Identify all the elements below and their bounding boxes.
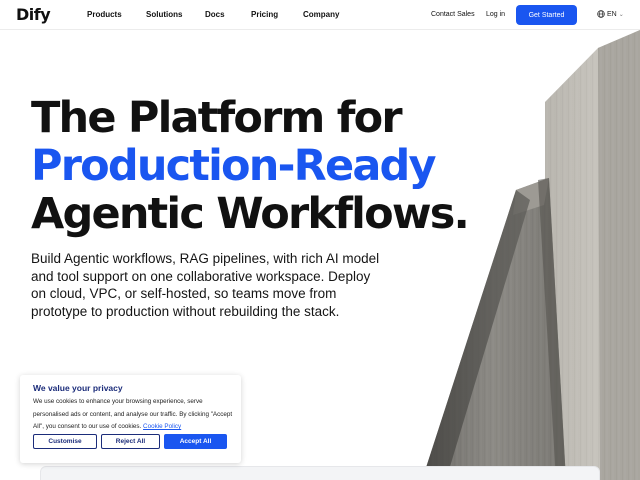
next-section-card bbox=[40, 466, 600, 480]
accept-all-button[interactable]: Accept All bbox=[164, 434, 227, 449]
chevron-down-icon: ⌄ bbox=[618, 11, 624, 18]
top-navigation: Dify Products Solutions Docs Pricing Com… bbox=[0, 0, 640, 30]
contact-sales-link[interactable]: Contact Sales bbox=[431, 11, 475, 18]
language-label: EN bbox=[607, 10, 617, 18]
cookie-text: We use cookies to enhance your browsing … bbox=[33, 396, 233, 434]
language-selector[interactable]: EN ⌄ bbox=[597, 10, 624, 18]
cookie-message: We use cookies to enhance your browsing … bbox=[33, 398, 233, 430]
dify-logo[interactable]: Dify bbox=[16, 5, 51, 24]
hero-title-line-3: Agentic Workflows. bbox=[31, 189, 470, 239]
get-started-button[interactable]: Get Started bbox=[516, 5, 577, 25]
hero-image bbox=[418, 30, 640, 480]
login-link[interactable]: Log in bbox=[486, 11, 505, 18]
customise-button[interactable]: Customise bbox=[33, 434, 97, 449]
cookie-title: We value your privacy bbox=[33, 383, 123, 393]
hero-title-line-2: Production-Ready bbox=[31, 141, 437, 191]
globe-icon bbox=[597, 10, 605, 18]
hero-title-line-1: The Platform for bbox=[31, 93, 403, 143]
hero-description: Build Agentic workflows, RAG pipelines, … bbox=[31, 251, 380, 319]
nav-pricing[interactable]: Pricing bbox=[251, 10, 278, 19]
cookie-policy-link[interactable]: Cookie Policy bbox=[143, 423, 181, 430]
nav-products[interactable]: Products bbox=[87, 10, 122, 19]
cookie-banner: We value your privacy We use cookies to … bbox=[20, 375, 241, 463]
nav-solutions[interactable]: Solutions bbox=[146, 10, 182, 19]
reject-all-button[interactable]: Reject All bbox=[101, 434, 160, 449]
nav-docs[interactable]: Docs bbox=[205, 10, 225, 19]
nav-company[interactable]: Company bbox=[303, 10, 339, 19]
